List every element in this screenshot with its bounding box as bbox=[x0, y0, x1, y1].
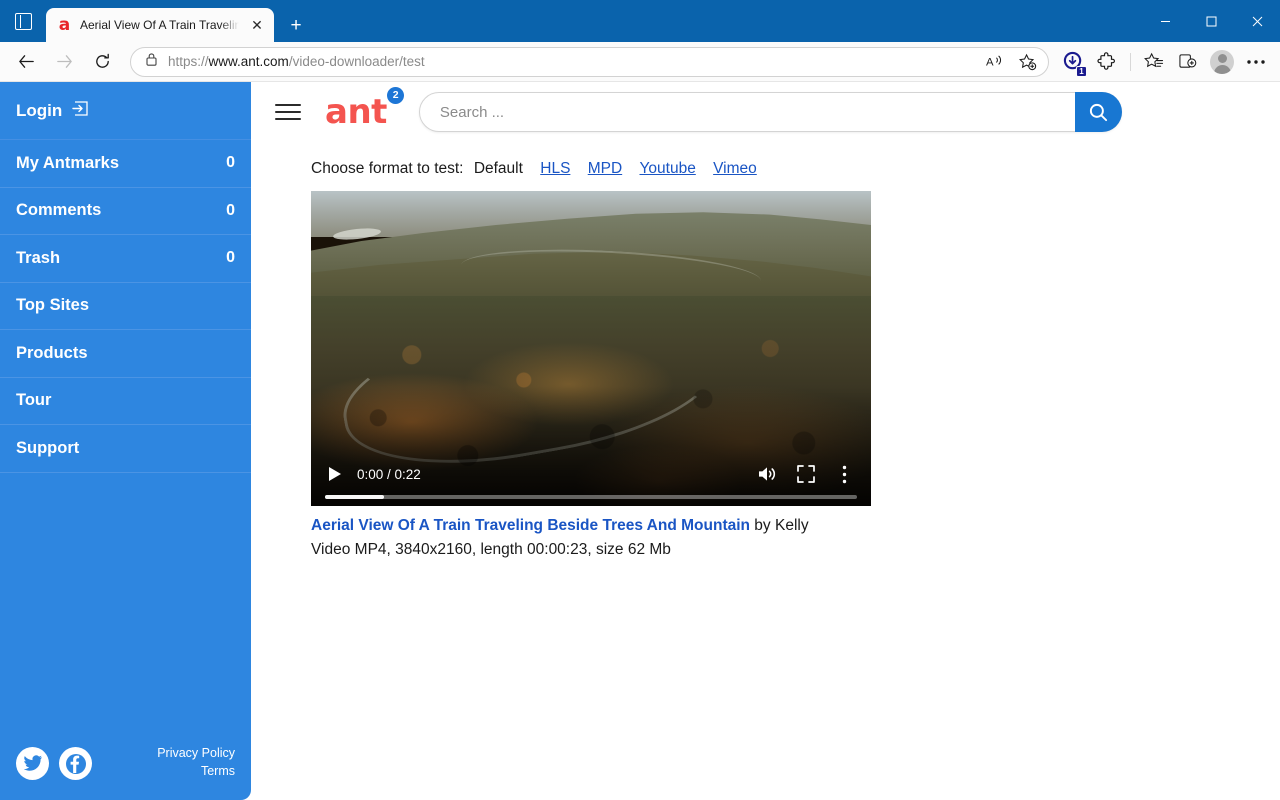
sidebar-item-label: Top Sites bbox=[16, 296, 90, 315]
format-link-mpd[interactable]: MPD bbox=[588, 160, 622, 177]
video-metadata: Video MP4, 3840x2160, length 00:00:23, s… bbox=[311, 541, 671, 558]
format-link-youtube[interactable]: Youtube bbox=[639, 160, 695, 177]
sidebar-item-count: 0 bbox=[226, 154, 235, 172]
favorites-icon[interactable] bbox=[1138, 46, 1170, 78]
volume-icon[interactable] bbox=[755, 461, 781, 487]
main-content: ant 2 Choose format to test: Default HLS… bbox=[251, 82, 1280, 800]
sidebar-item-count: 0 bbox=[226, 249, 235, 267]
search-bar[interactable] bbox=[418, 92, 1122, 132]
video-controls: 0:00 / 0:22 bbox=[311, 450, 871, 506]
facebook-icon[interactable] bbox=[59, 747, 92, 780]
reload-button[interactable] bbox=[84, 46, 120, 78]
tab-search-icon bbox=[14, 12, 32, 30]
sidebar-item-tour[interactable]: Tour bbox=[0, 378, 251, 425]
sidebar-legal-links: Privacy Policy Terms bbox=[157, 744, 235, 780]
format-selector: Choose format to test: Default HLS MPD Y… bbox=[311, 160, 1280, 178]
tab-title: Aerial View Of A Train Traveling B bbox=[80, 18, 239, 32]
browser-settings-icon[interactable] bbox=[1240, 46, 1272, 78]
sidebar-item-support[interactable]: Support bbox=[0, 425, 251, 473]
sidebar-item-label: Tour bbox=[16, 391, 52, 410]
browser-titlebar: a Aerial View Of A Train Traveling B ✕ + bbox=[0, 0, 1280, 42]
video-progress-buffered bbox=[325, 495, 384, 499]
sidebar-login-button[interactable]: Login bbox=[0, 82, 251, 140]
search-icon bbox=[1089, 103, 1107, 121]
sidebar-item-label: Support bbox=[16, 438, 80, 457]
sidebar-login-label: Login bbox=[16, 100, 63, 120]
video-time-display: 0:00 / 0:22 bbox=[357, 466, 421, 482]
sidebar-item-count: 0 bbox=[226, 201, 235, 219]
sidebar-item-products[interactable]: Products bbox=[0, 330, 251, 378]
sidebar-item-comments[interactable]: Comments 0 bbox=[0, 188, 251, 235]
hamburger-menu-icon[interactable] bbox=[275, 102, 301, 122]
terms-link[interactable]: Terms bbox=[157, 762, 235, 780]
extensions-icon[interactable] bbox=[1091, 46, 1123, 78]
page-content: Login My Antmarks 0 Comments 0 Trash 0 T… bbox=[0, 82, 1280, 800]
sidebar-item-label: Comments bbox=[16, 201, 102, 220]
play-button[interactable] bbox=[325, 466, 345, 482]
page-body: Choose format to test: Default HLS MPD Y… bbox=[251, 142, 1280, 559]
forward-button[interactable] bbox=[46, 46, 82, 78]
close-button[interactable] bbox=[1234, 0, 1280, 42]
privacy-policy-link[interactable]: Privacy Policy bbox=[157, 744, 235, 762]
collections-icon[interactable] bbox=[1172, 46, 1204, 78]
browser-toolbar: https://www.ant.com/video-downloader/tes… bbox=[0, 42, 1280, 82]
fullscreen-icon[interactable] bbox=[793, 461, 819, 487]
download-count-badge: 1 bbox=[1076, 65, 1087, 77]
sidebar-item-my-antmarks[interactable]: My Antmarks 0 bbox=[0, 140, 251, 188]
video-caption: Aerial View Of A Train Traveling Beside … bbox=[311, 517, 871, 559]
window-controls bbox=[1142, 0, 1280, 42]
profile-avatar[interactable] bbox=[1206, 46, 1238, 78]
minimize-button[interactable] bbox=[1142, 0, 1188, 42]
address-bar-url: https://www.ant.com/video-downloader/tes… bbox=[168, 54, 425, 69]
address-bar[interactable]: https://www.ant.com/video-downloader/tes… bbox=[130, 46, 1049, 77]
video-progress-bar[interactable] bbox=[325, 495, 857, 499]
sidebar-item-label: Products bbox=[16, 343, 88, 362]
browser-window: a Aerial View Of A Train Traveling B ✕ + bbox=[0, 0, 1280, 800]
new-tab-button[interactable]: + bbox=[280, 9, 312, 41]
download-extension-icon[interactable]: 1 bbox=[1057, 46, 1089, 78]
lock-icon bbox=[145, 52, 158, 72]
sidebar-item-trash[interactable]: Trash 0 bbox=[0, 235, 251, 283]
sidebar-item-label: My Antmarks bbox=[16, 153, 120, 172]
svg-text:A: A bbox=[986, 56, 994, 68]
format-link-hls[interactable]: HLS bbox=[540, 160, 570, 177]
toolbar-divider bbox=[1130, 52, 1131, 71]
format-link-vimeo[interactable]: Vimeo bbox=[713, 160, 757, 177]
tab-search-button[interactable] bbox=[0, 0, 46, 42]
browser-tab[interactable]: a Aerial View Of A Train Traveling B ✕ bbox=[46, 8, 274, 42]
video-player[interactable]: 0:00 / 0:22 bbox=[311, 191, 871, 506]
search-submit-button[interactable] bbox=[1074, 92, 1122, 132]
video-more-options-icon[interactable] bbox=[831, 461, 857, 487]
sidebar-item-top-sites[interactable]: Top Sites bbox=[0, 283, 251, 330]
login-arrow-icon bbox=[72, 100, 90, 122]
site-header: ant 2 bbox=[251, 82, 1280, 142]
ant-logo-text: ant bbox=[325, 92, 387, 132]
video-author: by Kelly bbox=[750, 517, 809, 534]
video-caption-line1: Aerial View Of A Train Traveling Beside … bbox=[311, 517, 871, 535]
format-prompt-label: Choose format to test: bbox=[311, 160, 464, 177]
twitter-icon[interactable] bbox=[16, 747, 49, 780]
sidebar-item-label: Trash bbox=[16, 248, 61, 267]
search-input[interactable] bbox=[419, 93, 1075, 131]
sidebar: Login My Antmarks 0 Comments 0 Trash 0 T… bbox=[0, 82, 251, 800]
format-current-default: Default bbox=[473, 160, 523, 177]
address-bar-actions: A bbox=[980, 49, 1044, 75]
read-aloud-icon[interactable]: A bbox=[980, 49, 1010, 75]
avatar bbox=[1210, 49, 1234, 74]
favicon-ant-icon: a bbox=[58, 14, 71, 35]
back-button[interactable] bbox=[8, 46, 44, 78]
ant-logo[interactable]: ant 2 bbox=[325, 87, 404, 132]
tab-close-icon[interactable]: ✕ bbox=[246, 14, 268, 36]
add-favorite-icon[interactable] bbox=[1012, 49, 1042, 75]
sidebar-footer: Privacy Policy Terms bbox=[0, 744, 251, 800]
video-title-link[interactable]: Aerial View Of A Train Traveling Beside … bbox=[311, 517, 750, 534]
maximize-button[interactable] bbox=[1188, 0, 1234, 42]
ant-logo-badge: 2 bbox=[386, 87, 404, 104]
